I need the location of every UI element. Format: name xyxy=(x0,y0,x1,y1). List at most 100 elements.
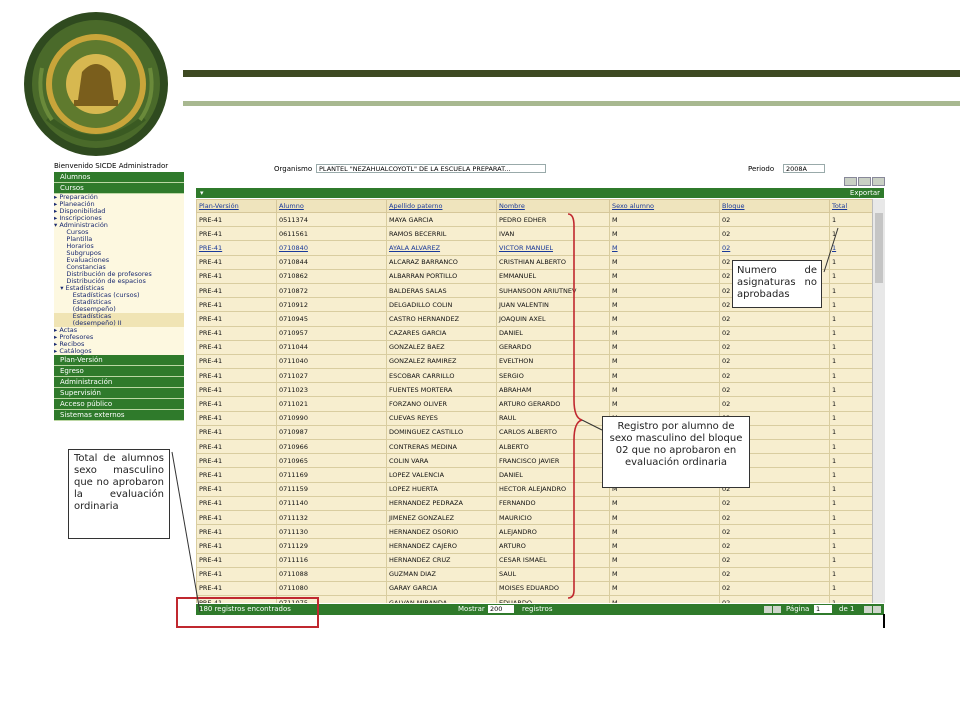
sidebar-subitem[interactable]: Estadísticas (cursos) xyxy=(54,292,184,299)
table-row[interactable]: PRE-41 0711044 GONZALEZ BAEZ GERARDO M 02 1 xyxy=(196,339,872,355)
table-cell: 0711027 xyxy=(276,368,387,384)
table-row[interactable]: PRE-41 0611561 RAMOS BECERRIL IVAN M 02 1 xyxy=(196,226,872,242)
table-row[interactable]: PRE-41 0711132 JIMENEZ GONZALEZ MAURICIO M 02… xyxy=(196,509,872,526)
table-row[interactable]: PRE-41 0711088 GUZMAN DIAZ SAUL M 02 1 xyxy=(196,566,872,582)
sidebar-subitem[interactable]: Plantilla xyxy=(54,236,184,243)
table-cell: JOAQUIN AXEL xyxy=(496,311,610,327)
sidebar-subitem[interactable]: ▸ Inscripciones xyxy=(54,215,184,222)
table-cell: HERNANDEZ CRUZ xyxy=(386,552,497,568)
sidebar-item-sistemas-externos[interactable]: Sistemas externos xyxy=(54,410,184,421)
collapse-arrow-icon[interactable]: ▾ xyxy=(200,188,204,198)
page-select[interactable]: 1 xyxy=(814,605,832,613)
sidebar-subitem[interactable]: ▾ Administración xyxy=(54,222,184,229)
table-cell: 0710862 xyxy=(276,268,387,284)
column-header-apellido-paterno[interactable]: Apellido paterno xyxy=(386,199,497,213)
sidebar-subitem[interactable]: ▸ Profesores xyxy=(54,334,184,341)
sidebar-subitem[interactable]: (desempeño) II xyxy=(54,320,184,327)
first-page-icon[interactable] xyxy=(764,606,772,613)
sidebar-subitem[interactable]: Subgrupos xyxy=(54,250,184,257)
sidebar-subitem[interactable]: ▾ Estadísticas xyxy=(54,285,184,292)
sidebar-subitem[interactable]: Distribución de espacios xyxy=(54,278,184,285)
table-row[interactable]: PRE-41 0711129 HERNANDEZ CAJERO ARTURO M 02 1 xyxy=(196,538,872,554)
organism-select[interactable]: PLANTEL "NEZAHUALCOYOTL" DE LA ESCUELA P… xyxy=(316,164,546,173)
sidebar-subitem[interactable]: (desempeño) xyxy=(54,306,184,313)
export-button[interactable]: Exportar xyxy=(850,188,880,198)
sidebar-subitem[interactable]: Distribución de profesores xyxy=(54,271,184,278)
sidebar-subitem[interactable]: ▸ Catálogos xyxy=(54,348,184,355)
sidebar-subitem[interactable]: ▸ Disponibilidad xyxy=(54,208,184,215)
panel-close-icon[interactable] xyxy=(872,177,885,186)
table-row[interactable]: PRE-41 0711027 ESCOBAR CARRILLO SERGIO M 02 1 xyxy=(196,368,872,384)
scrollbar-thumb[interactable] xyxy=(875,213,883,283)
sidebar-item-egreso[interactable]: Egreso xyxy=(54,366,184,377)
table-cell: 0711130 xyxy=(276,524,387,540)
sidebar-item-supervisi-n[interactable]: Supervisión xyxy=(54,388,184,399)
table-cell: 1 xyxy=(829,552,872,568)
column-header-bloque[interactable]: Bloque xyxy=(719,199,830,213)
table-cell: M xyxy=(609,538,720,554)
table-row[interactable]: PRE-41 0710987 DOMINGUEZ CASTILLO CARLOS AL… xyxy=(196,424,872,441)
sidebar-item-alumnos[interactable]: Alumnos xyxy=(54,172,184,183)
table-cell: 1 xyxy=(829,282,872,299)
sidebar-subitem[interactable]: ▸ Planeación xyxy=(54,201,184,208)
sidebar-subitem[interactable]: ▸ Recibos xyxy=(54,341,184,348)
table-row[interactable]: PRE-41 0710957 CAZARES GARCIA DANIEL M 02 1 xyxy=(196,325,872,341)
table-cell: PRE-41 xyxy=(196,495,277,511)
table-cell: DOMINGUEZ CASTILLO xyxy=(386,424,497,441)
last-page-icon[interactable] xyxy=(873,606,881,613)
column-header-sexo-alumno[interactable]: Sexo alumno xyxy=(609,199,720,213)
table-row[interactable]: PRE-41 0710945 CASTRO HERNANDEZ JOAQUIN AXE… xyxy=(196,311,872,327)
table-row[interactable]: PRE-41 0711021 FORZANO OLIVER ARTURO GERARD… xyxy=(196,396,872,412)
organism-label: Organismo xyxy=(274,165,313,173)
table-row[interactable]: PRE-41 0711116 HERNANDEZ CRUZ CESAR ISMAEL M… xyxy=(196,552,872,568)
table-cell: 02 xyxy=(719,211,830,228)
table-row[interactable]: PRE-41 0711159 LOPEZ HUERTA HECTOR ALEJANDR… xyxy=(196,481,872,497)
table-row[interactable]: PRE-410711169LOPEZ VALENCIADANIELM021 xyxy=(196,467,872,483)
sidebar-subitem[interactable]: ▸ Preparación xyxy=(54,194,184,201)
table-row[interactable]: PRE-41 0711080 GARAY GARCIA MOISES EDUARDO M… xyxy=(196,580,872,597)
table-row[interactable]: PRE-41 0711130 HERNANDEZ OSORIO ALEJANDRO M 0… xyxy=(196,524,872,540)
table-cell: 1 xyxy=(829,353,872,370)
sidebar-subitem[interactable]: Estadísticas xyxy=(54,299,184,306)
vertical-scrollbar[interactable] xyxy=(872,199,885,603)
sidebar-item-acceso-p-blico[interactable]: Acceso público xyxy=(54,399,184,410)
table-cell: ESCOBAR CARRILLO xyxy=(386,368,497,384)
page-size-select[interactable]: 200 xyxy=(488,605,514,613)
table-cell: 0710987 xyxy=(276,424,387,441)
table-row[interactable]: PRE-41 0511374 MAYA GARCIA PEDRO EDHER M 02 1 xyxy=(196,211,872,228)
next-page-icon[interactable] xyxy=(864,606,872,613)
table-row[interactable]: PRE-410710965COLIN VARAFRANCISCO JAVIERM… xyxy=(196,453,872,469)
panel-minimize-icon[interactable] xyxy=(844,177,857,186)
table-row[interactable]: PRE-41 0711140 HERNANDEZ PEDRAZA FERNANDO M 0… xyxy=(196,495,872,511)
column-header-total[interactable]: Total xyxy=(829,199,872,213)
table-cell: M xyxy=(609,368,720,384)
period-select[interactable]: 2008A xyxy=(783,164,825,173)
sidebar-subitem[interactable]: ▸ Actas xyxy=(54,327,184,334)
panel-restore-icon[interactable] xyxy=(858,177,871,186)
table-row[interactable]: PRE-410710966CONTRERAS MEDINAALBERTOM021 xyxy=(196,438,872,455)
table-row[interactable]: PRE-410710990CUEVAS REYESRAULM021 xyxy=(196,410,872,426)
table-cell: PRE-41 xyxy=(196,509,277,526)
prev-page-icon[interactable] xyxy=(773,606,781,613)
sidebar-item-administraci-n[interactable]: Administración xyxy=(54,377,184,388)
column-header-nombre[interactable]: Nombre xyxy=(496,199,610,213)
table-cell: 1 xyxy=(829,268,872,284)
sidebar-subitem[interactable]: Evaluaciones xyxy=(54,257,184,264)
sidebar-subitem[interactable]: Horarios xyxy=(54,243,184,250)
sidebar-subitem[interactable]: Cursos xyxy=(54,229,184,236)
sidebar-item-plan-versi-n[interactable]: Plan-Versión xyxy=(54,355,184,366)
sidebar-subitem[interactable]: Constancias xyxy=(54,264,184,271)
table-cell: M xyxy=(609,353,720,370)
table-cell: FERNANDO xyxy=(496,495,610,511)
table-row[interactable]: PRE-41 0711023 FUENTES MORTERA ABRAHAM M 02 1 xyxy=(196,382,872,398)
sidebar-subitem[interactable]: Estadísticas xyxy=(54,313,184,320)
table-row[interactable]: PRE-41 0711040 GONZALEZ RAMIREZ EVELTHON M 02… xyxy=(196,353,872,370)
column-header-plan-versi-n[interactable]: Plan-Versión xyxy=(196,199,277,213)
table-cell: LOPEZ VALENCIA xyxy=(386,467,497,483)
stray-tick-mark xyxy=(883,614,885,628)
annotation-record-per-student: Registro por alumno de sexo masculino de… xyxy=(602,416,750,488)
table-row[interactable]: PRE-41 0710840 AYALA ALVAREZ VICTOR MANUEL M… xyxy=(196,240,872,256)
column-header-alumno[interactable]: Alumno xyxy=(276,199,387,213)
sidebar-item-cursos[interactable]: Cursos xyxy=(54,183,184,194)
table-cell: 02 xyxy=(719,339,830,355)
